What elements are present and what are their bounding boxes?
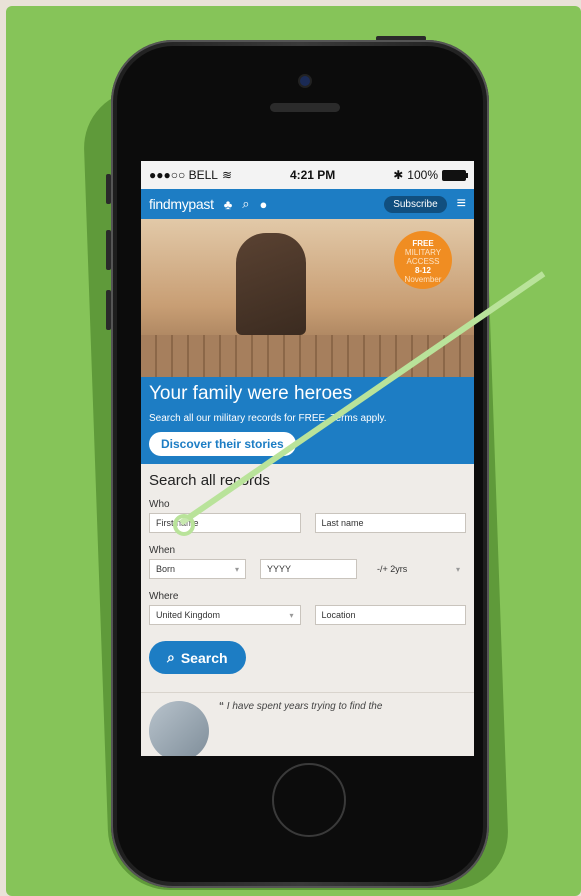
badge-line: FREE bbox=[412, 239, 434, 248]
search-title: Search all records bbox=[149, 472, 270, 489]
battery-icon bbox=[442, 169, 468, 181]
testimonial: “ I have spent years trying to find the bbox=[141, 692, 474, 756]
promo-panel: Your family were heroes Search all our m… bbox=[141, 377, 474, 464]
avatar bbox=[149, 701, 209, 756]
location-placeholder: Location bbox=[321, 610, 356, 620]
carrier-label: ●●●○○ BELL bbox=[149, 168, 218, 182]
chevron-down-icon: ▾ bbox=[234, 564, 239, 574]
last-name-placeholder: Last name bbox=[321, 518, 364, 528]
top-nav: findmypast ♣ ⌕ ● Subscribe ≡ bbox=[141, 189, 474, 219]
year-input[interactable]: YYYY bbox=[260, 559, 357, 579]
search-icon: ⌕ bbox=[167, 649, 175, 665]
range-select[interactable]: -/+ 2yrs ▾ bbox=[371, 559, 466, 579]
search-icon[interactable]: ⌕ bbox=[242, 196, 249, 212]
subscribe-button[interactable]: Subscribe bbox=[384, 195, 447, 213]
country-select[interactable]: United Kingdom ▾ bbox=[149, 605, 301, 625]
promo-title: Your family were heroes bbox=[149, 383, 353, 404]
callout-ring bbox=[173, 514, 195, 536]
wifi-icon: ≋ bbox=[221, 168, 232, 182]
chevron-down-icon: ▾ bbox=[289, 610, 294, 620]
testimonial-quote: “ I have spent years trying to find the bbox=[219, 701, 382, 756]
status-bar: ●●●○○ BELL ≋ 4:21 PM ✱ 100% bbox=[141, 161, 474, 189]
year-placeholder: YYYY bbox=[267, 564, 292, 574]
badge-line: MILITARY bbox=[404, 248, 442, 257]
country-value: United Kingdom bbox=[156, 610, 221, 620]
chevron-down-icon: ▾ bbox=[455, 564, 460, 574]
first-name-input[interactable]: First name bbox=[149, 513, 301, 533]
badge-line: ACCESS bbox=[406, 257, 440, 266]
search-button[interactable]: ⌕ Search bbox=[149, 641, 246, 674]
findmypast-logo[interactable]: findmypast bbox=[149, 196, 214, 212]
search-form: Search all records Who First name Last n… bbox=[141, 464, 474, 674]
chat-icon[interactable]: ● bbox=[260, 197, 268, 212]
home-button[interactable] bbox=[272, 763, 346, 837]
front-camera bbox=[300, 76, 310, 86]
where-label: Where bbox=[149, 591, 179, 602]
when-label: When bbox=[149, 545, 176, 556]
last-name-input[interactable]: Last name bbox=[314, 513, 466, 533]
badge-line: 8-12 bbox=[414, 266, 431, 275]
quote-text: I have spent years trying to find the bbox=[226, 701, 383, 712]
free-access-badge: FREE MILITARY ACCESS 8-12 November bbox=[394, 231, 452, 289]
promo-text: Search all our military records for FREE… bbox=[149, 413, 387, 424]
soldier-image bbox=[236, 233, 306, 335]
menu-icon[interactable]: ≡ bbox=[457, 195, 466, 213]
badge-line: November bbox=[404, 275, 442, 284]
when-row: Born ▾ YYYY -/+ 2yrs ▾ bbox=[149, 559, 466, 579]
discover-stories-button[interactable]: Discover their stories bbox=[149, 432, 296, 456]
search-button-label: Search bbox=[180, 649, 228, 666]
earpiece-speaker bbox=[270, 103, 340, 112]
where-row: United Kingdom ▾ Location bbox=[149, 605, 466, 625]
family-tree-icon[interactable]: ♣ bbox=[224, 197, 233, 212]
quote-icon: “ bbox=[219, 701, 224, 712]
who-row: First name Last name bbox=[149, 513, 466, 533]
phone-screen: ●●●○○ BELL ≋ 4:21 PM ✱ 100% findmypast ♣… bbox=[141, 161, 474, 756]
status-time: 4:21 PM bbox=[289, 168, 336, 182]
born-value: Born bbox=[156, 564, 176, 574]
born-select[interactable]: Born ▾ bbox=[149, 559, 246, 579]
range-value: -/+ 2yrs bbox=[377, 564, 408, 574]
location-input[interactable]: Location bbox=[314, 605, 466, 625]
battery-percent: 100% bbox=[407, 168, 438, 182]
bluetooth-icon: ✱ bbox=[393, 168, 404, 182]
